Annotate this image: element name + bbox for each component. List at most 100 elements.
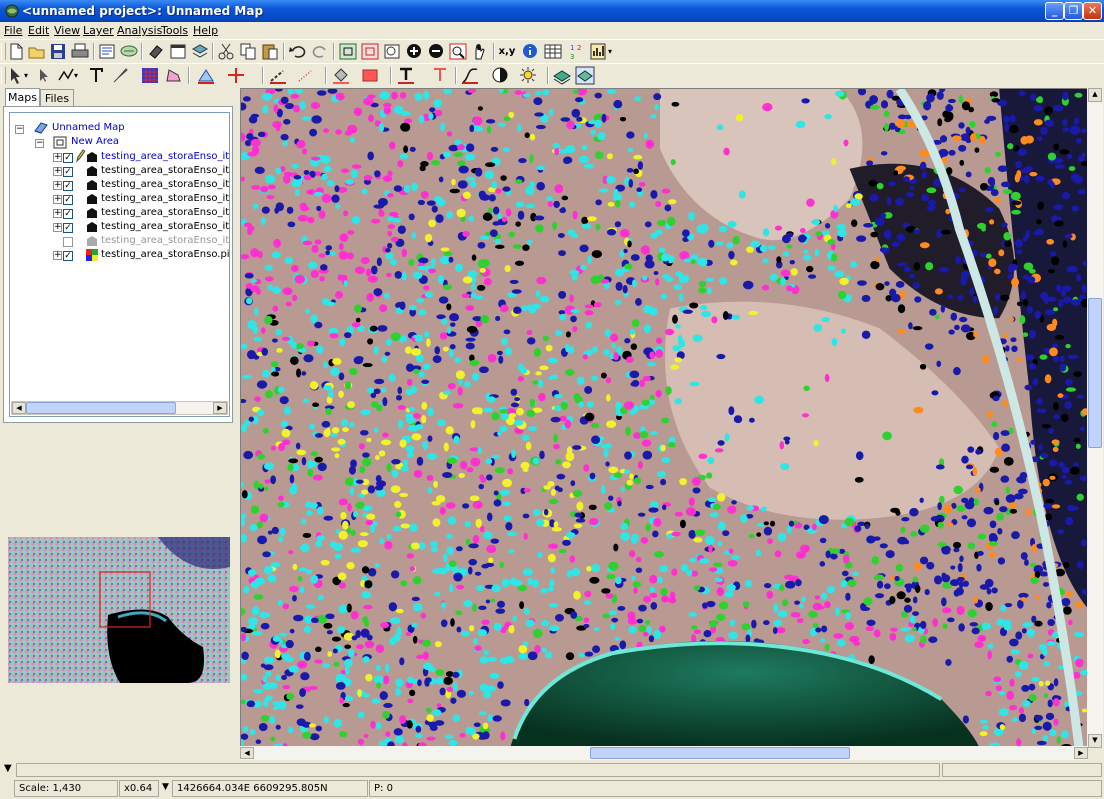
xy-icon[interactable]: x,y (497, 42, 517, 61)
layer-visible-checkbox[interactable]: ✓ (63, 153, 73, 163)
window-icon[interactable] (168, 42, 188, 61)
erase-icon[interactable] (146, 42, 166, 61)
map-vscroll-thumb[interactable] (1088, 298, 1102, 448)
expand-layer-icon[interactable]: + (53, 153, 62, 162)
undo-icon[interactable] (288, 42, 308, 61)
triangle-icon[interactable] (196, 66, 216, 85)
layer-label[interactable]: testing_area_storaEnso_itc.pix: (101, 164, 229, 178)
zoom-extent-icon[interactable] (338, 42, 358, 61)
paste-icon[interactable] (260, 42, 280, 61)
collapse-root-icon[interactable]: − (15, 125, 24, 134)
chart-dropdown-icon[interactable]: ▾ (608, 42, 616, 61)
save-icon[interactable] (48, 42, 68, 61)
scale-readout[interactable]: Scale: 1,430 (14, 780, 118, 797)
draw-line-icon[interactable] (56, 66, 76, 85)
polygon-icon[interactable] (163, 66, 183, 85)
line-dropdown-icon[interactable]: ▾ (74, 66, 82, 85)
text-style-icon[interactable] (396, 66, 416, 85)
overview-map[interactable] (8, 537, 230, 683)
font-color-icon[interactable] (430, 66, 450, 85)
expand-layer-icon[interactable]: + (53, 181, 62, 190)
tab-maps[interactable]: Maps (5, 88, 40, 107)
brightness-icon[interactable] (518, 66, 538, 85)
scroll-left-icon[interactable]: ◀ (12, 402, 26, 414)
tree-horizontal-scrollbar[interactable]: ◀ ▶ (11, 401, 228, 415)
map-vertical-scrollbar[interactable]: ▲ ▼ (1087, 88, 1103, 748)
fill-bucket-icon[interactable] (331, 66, 351, 85)
expand-layer-icon[interactable]: + (53, 195, 62, 204)
tree-root-label[interactable]: Unnamed Map (52, 121, 125, 135)
layer-visible-checkbox[interactable]: ✓ (63, 181, 73, 191)
pencil-edit-icon[interactable] (75, 149, 85, 163)
open-icon[interactable] (27, 42, 47, 61)
layer-visible-checkbox[interactable]: ✓ (63, 251, 73, 261)
layer-hidden-checkbox[interactable] (63, 237, 73, 247)
collapse-area-icon[interactable]: − (35, 139, 44, 148)
zoom-in-icon[interactable] (404, 42, 424, 61)
text-tool-icon[interactable] (86, 66, 106, 85)
layer-label[interactable]: testing_area_storaEnso_itc.pix: (101, 234, 229, 248)
layer-visible-checkbox[interactable]: ✓ (63, 223, 73, 233)
layer-label[interactable]: testing_area_storaEnso.pix:1,2, (101, 248, 229, 262)
layer-visible-checkbox[interactable]: ✓ (63, 209, 73, 219)
tab-files[interactable]: Files (40, 89, 74, 106)
message-dropdown-icon[interactable]: ▼ (4, 763, 12, 774)
map-horizontal-scrollbar[interactable]: ◀ ▶ (240, 746, 1088, 760)
expand-layer-icon[interactable]: + (53, 209, 62, 218)
layer-visible-checkbox[interactable]: ✓ (63, 195, 73, 205)
coords-dropdown-icon[interactable]: ▼ (162, 782, 169, 792)
line-style-icon[interactable] (460, 66, 480, 85)
cut-icon[interactable] (216, 42, 236, 61)
layer-label[interactable]: testing_area_storaEnso_itc.pix: (101, 192, 229, 206)
menu-help[interactable]: Help (193, 24, 218, 37)
properties-icon[interactable] (97, 42, 117, 61)
new-icon[interactable] (6, 42, 26, 61)
select-arrow-icon[interactable] (6, 66, 26, 85)
menu-file[interactable]: File (4, 24, 22, 37)
pointer-icon[interactable] (34, 66, 54, 85)
minimize-button[interactable]: _ (1045, 2, 1064, 20)
info-icon[interactable] (520, 42, 540, 61)
layer-stack-icon[interactable] (575, 66, 595, 85)
fill-color-icon[interactable] (360, 66, 380, 85)
expand-layer-icon[interactable]: + (53, 167, 62, 176)
tree-area-label[interactable]: New Area (71, 135, 119, 149)
zoom-layer-icon[interactable] (360, 42, 380, 61)
table-icon[interactable] (543, 42, 563, 61)
layer-visible-checkbox[interactable]: ✓ (63, 167, 73, 177)
contrast-icon[interactable] (490, 66, 510, 85)
sort-icon[interactable]: 123 (566, 42, 586, 61)
dotted-line-icon[interactable] (296, 66, 316, 85)
layer-label[interactable]: testing_area_storaEnso_itc.pix: (101, 150, 229, 164)
menu-analysis[interactable]: Analysis (117, 24, 162, 37)
menu-tools[interactable]: Tools (161, 24, 188, 37)
map-canvas[interactable] (240, 88, 1088, 748)
map-hscroll-thumb[interactable] (590, 747, 850, 759)
redo-icon[interactable] (310, 42, 330, 61)
zoom-out-icon[interactable] (426, 42, 446, 61)
menu-edit[interactable]: Edit (28, 24, 49, 37)
layer-up-icon[interactable] (552, 66, 572, 85)
select-dropdown-icon[interactable]: ▾ (24, 66, 32, 85)
copy-icon[interactable] (238, 42, 258, 61)
layer-label[interactable]: testing_area_storaEnso_itc.pix: (101, 206, 229, 220)
brush-icon[interactable] (110, 66, 130, 85)
scroll-down-icon[interactable]: ▼ (1088, 734, 1102, 748)
dashed-line-icon[interactable] (268, 66, 288, 85)
menu-layer[interactable]: Layer (83, 24, 114, 37)
chart-icon[interactable] (589, 42, 609, 61)
grid-icon[interactable] (140, 66, 160, 85)
zoom-box-icon[interactable] (382, 42, 402, 61)
maximize-button[interactable]: ❐ (1064, 2, 1083, 20)
expand-layer-icon[interactable]: + (53, 223, 62, 232)
pan-hand-icon[interactable] (470, 42, 490, 61)
layer-label[interactable]: testing_area_storaEnso_itc.pix: (101, 178, 229, 192)
close-button[interactable]: ✕ (1083, 2, 1102, 20)
tree-scroll-thumb[interactable] (26, 402, 176, 414)
scroll-right-icon[interactable]: ▶ (213, 402, 227, 414)
scroll-up-icon[interactable]: ▲ (1088, 88, 1102, 102)
expand-layer-icon[interactable]: + (53, 251, 62, 260)
scroll-right-icon[interactable]: ▶ (1074, 747, 1088, 759)
menu-view[interactable]: View (54, 24, 80, 37)
zoom-1to1-icon[interactable] (448, 42, 468, 61)
